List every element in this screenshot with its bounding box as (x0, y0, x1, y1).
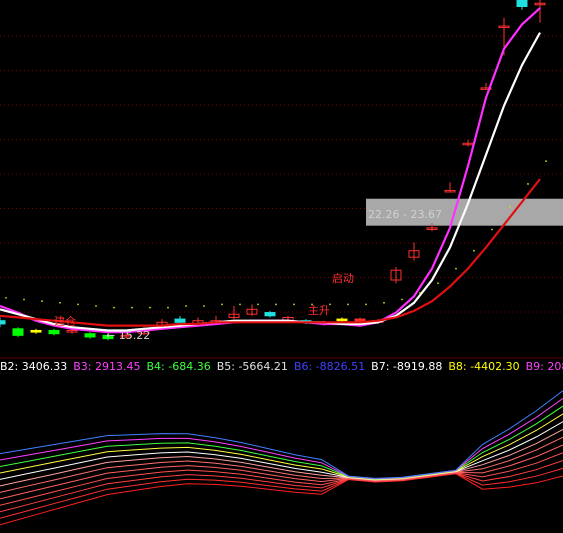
signal-dot (41, 300, 43, 303)
indicator-readout: B7: -8919.88 (371, 360, 443, 373)
ribbon-line-3 (0, 460, 563, 513)
ribbon-line-12 (0, 390, 563, 479)
tag-launch: 启动 (332, 272, 354, 285)
signal-dot (77, 303, 79, 306)
signal-dot (383, 301, 385, 304)
candlesticks (0, 0, 546, 341)
ma-line-1 (0, 7, 541, 334)
signal-dot (293, 303, 295, 306)
signal-dot (437, 282, 439, 285)
candle-body (12, 328, 24, 336)
indicator-ribbon (0, 390, 563, 526)
signal-dot (527, 183, 529, 185)
ribbon-line-10 (0, 405, 563, 480)
candle-body (30, 329, 42, 333)
signal-dot (185, 305, 187, 307)
signal-dot (59, 301, 61, 304)
signal-dot (113, 306, 115, 309)
signal-dot (23, 298, 25, 301)
tag-build-position: 建仓 (54, 315, 76, 328)
signal-dot (455, 267, 457, 270)
candle-body (0, 320, 6, 325)
signal-dot (275, 303, 277, 306)
signal-dot (509, 205, 511, 208)
stock-chart (0, 0, 563, 526)
signal-dot (5, 297, 7, 299)
signal-dot (401, 298, 403, 301)
signal-dot (167, 306, 169, 309)
signal-dot (347, 303, 349, 306)
indicator-readout: B3: 2913.45 (73, 360, 141, 373)
signal-dot (419, 292, 421, 294)
signal-dot (491, 228, 493, 231)
candle-body (336, 318, 348, 322)
indicator-readout-bar: B2: 3406.33 B3: 2913.45 B4: -684.36 B5: -56… (0, 359, 563, 375)
candle-body (516, 0, 528, 8)
ribbon-line-7 (0, 428, 563, 487)
signal-dot (257, 303, 259, 306)
moving-average-lines (0, 7, 541, 334)
signal-dot (149, 306, 151, 309)
signal-dot (239, 303, 241, 306)
candle-body (84, 333, 96, 338)
indicator-readout: B9: 2081.7 (525, 360, 563, 373)
ma-line-2 (0, 32, 541, 332)
indicator-readout: B2: 3406.33 (0, 360, 68, 373)
indicator-readout: B5: -5664.21 (216, 360, 288, 373)
candle-body (48, 329, 60, 335)
ribbon-line-11 (0, 397, 563, 480)
signal-dot (203, 305, 205, 307)
signal-dots (5, 160, 547, 309)
indicator-readout: B8: -4402.30 (448, 360, 520, 373)
candle-body (174, 318, 186, 323)
indicator-readout: B6: -8826.51 (293, 360, 366, 373)
signal-dot (131, 306, 133, 309)
signal-dot (545, 160, 547, 163)
price-range-label: 22.26 - 23.67 (368, 208, 442, 221)
price-low-label: ← 15.22 (106, 329, 151, 342)
signal-dot (473, 249, 475, 252)
indicator-readout: B4: -684.36 (146, 360, 211, 373)
signal-dot (95, 305, 97, 307)
price-low-value: 15.22 (118, 329, 151, 342)
signal-dot (221, 303, 223, 306)
candle-body (264, 312, 276, 317)
ribbon-line-1 (0, 473, 563, 526)
signal-dot (365, 303, 367, 306)
tag-main-rise: 主升 (308, 304, 330, 317)
